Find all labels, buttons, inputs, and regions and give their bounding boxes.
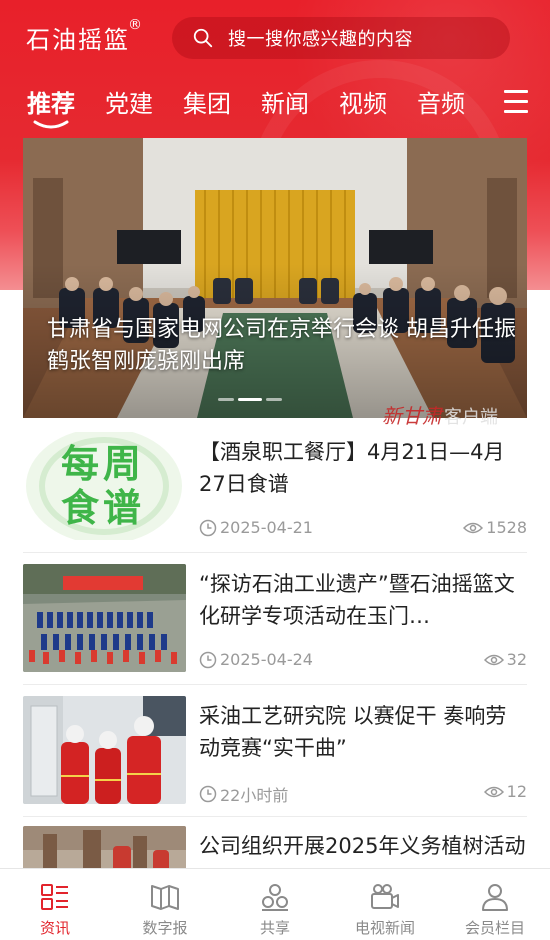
news-item[interactable]: “探访石油工业遗产”暨石油摇篮文化研学专项活动在玉门… 2025-04-24 3… — [23, 564, 527, 674]
carousel-dot[interactable] — [266, 398, 282, 401]
nav-share-label: 共享 — [259, 919, 290, 937]
list-divider — [23, 816, 527, 817]
tab-party[interactable]: 党建 — [105, 84, 153, 119]
list-divider — [23, 552, 527, 553]
news-thumbnail — [23, 564, 186, 672]
search-placeholder: 搜一搜你感兴趣的内容 — [228, 29, 413, 50]
news-item[interactable]: 公司组织开展2025年义务植树活动 — [23, 826, 527, 868]
news-date: 2025-04-24 — [199, 650, 313, 669]
nav-news-label: 资讯 — [39, 919, 70, 937]
thumb-lettering-1: 每周 食谱 — [61, 442, 142, 530]
news-title[interactable]: “探访石油工业遗产”暨石油摇篮文化研学专项活动在玉门… — [199, 568, 527, 632]
nav-member-label: 会员栏目 — [464, 919, 525, 937]
news-thumbnail: 每周 食谱 — [23, 432, 186, 540]
carousel-dot[interactable] — [218, 398, 234, 401]
news-item[interactable]: 采油工艺研究院 以赛促干 奏响劳动竞赛“实干曲” 22小时前 12 — [23, 696, 527, 806]
tab-video[interactable]: 视频 — [339, 84, 387, 119]
newspaper-icon — [151, 885, 179, 910]
news-views: 12 — [483, 782, 527, 801]
nav-member[interactable]: 会员栏目 — [440, 869, 550, 940]
watermark-suffix: 客户端 — [444, 407, 498, 428]
news-icon — [41, 884, 68, 910]
news-title[interactable]: 公司组织开展2025年义务植树活动 — [199, 830, 527, 868]
news-meta: 2025-04-24 32 — [199, 650, 527, 672]
nav-news[interactable]: 资讯 — [0, 869, 110, 940]
news-meta: 2025-04-21 1528 — [199, 518, 527, 540]
news-date-text: 2025-04-21 — [220, 518, 313, 537]
nav-tv-news-label: 电视新闻 — [354, 919, 415, 937]
eye-icon — [483, 654, 504, 665]
news-date: 22小时前 — [199, 782, 288, 806]
category-tabs: 推荐 党建 集团 新闻 视频 音频 — [0, 84, 550, 128]
news-title[interactable]: 【酒泉职工餐厅】4月21日—4月27日食谱 — [199, 436, 527, 500]
news-date-text: 22小时前 — [220, 786, 289, 805]
news-date: 2025-04-21 — [199, 518, 313, 537]
news-views-count: 1528 — [486, 518, 527, 537]
tab-group[interactable]: 集团 — [183, 84, 231, 119]
news-views: 1528 — [463, 518, 527, 537]
clock-icon — [199, 785, 217, 803]
share-icon — [262, 884, 288, 911]
news-thumbnail — [23, 826, 186, 868]
bottom-navigation: 资讯 数字报 共享 电视新闻 会员栏目 — [0, 868, 550, 940]
news-views: 32 — [483, 650, 527, 669]
news-item[interactable]: 每周 食谱 【酒泉职工餐厅】4月21日—4月27日食谱 2025-04-21 1… — [23, 432, 527, 542]
nav-share[interactable]: 共享 — [220, 869, 330, 940]
news-views-count: 32 — [506, 650, 527, 669]
news-views-count: 12 — [506, 782, 527, 801]
nav-digital-paper[interactable]: 数字报 — [110, 869, 220, 940]
clock-icon — [199, 519, 217, 536]
active-tab-indicator — [33, 120, 69, 129]
news-meta: 22小时前 12 — [199, 782, 527, 806]
nav-tv-news[interactable]: 电视新闻 — [330, 869, 440, 940]
search-bar[interactable]: 搜一搜你感兴趣的内容 — [172, 17, 510, 59]
tab-recommend[interactable]: 推荐 — [27, 84, 75, 119]
user-icon — [482, 884, 508, 911]
watermark-logo: 新甘肃 — [382, 404, 442, 428]
news-thumbnail — [23, 696, 186, 804]
list-divider — [23, 684, 527, 685]
eye-icon — [483, 786, 504, 797]
tab-audio[interactable]: 音频 — [417, 84, 465, 119]
hero-carousel[interactable]: 甘肃省与国家电网公司在京举行会谈 胡昌升任振鹤张智刚庞骁刚出席 — [23, 138, 527, 418]
hero-watermark: 新甘肃 客户端 — [382, 400, 498, 429]
carousel-dot-active[interactable] — [238, 398, 262, 401]
news-date-text: 2025-04-24 — [220, 650, 313, 669]
search-icon — [193, 28, 213, 48]
carousel-indicator — [218, 398, 282, 401]
registered-mark: ® — [128, 17, 144, 33]
eye-icon — [463, 522, 484, 533]
app-logo[interactable]: 石油摇篮® — [26, 17, 146, 55]
nav-digital-paper-label: 数字报 — [142, 919, 188, 937]
hero-title[interactable]: 甘肃省与国家电网公司在京举行会谈 胡昌升任振鹤张智刚庞骁刚出席 — [47, 314, 517, 378]
clock-icon — [199, 651, 217, 668]
app-brand-text: 石油摇篮 — [26, 26, 130, 54]
menu-icon[interactable] — [504, 90, 528, 116]
camera-icon — [371, 884, 399, 909]
news-title[interactable]: 采油工艺研究院 以赛促干 奏响劳动竞赛“实干曲” — [199, 700, 527, 764]
tab-news[interactable]: 新闻 — [261, 84, 309, 119]
